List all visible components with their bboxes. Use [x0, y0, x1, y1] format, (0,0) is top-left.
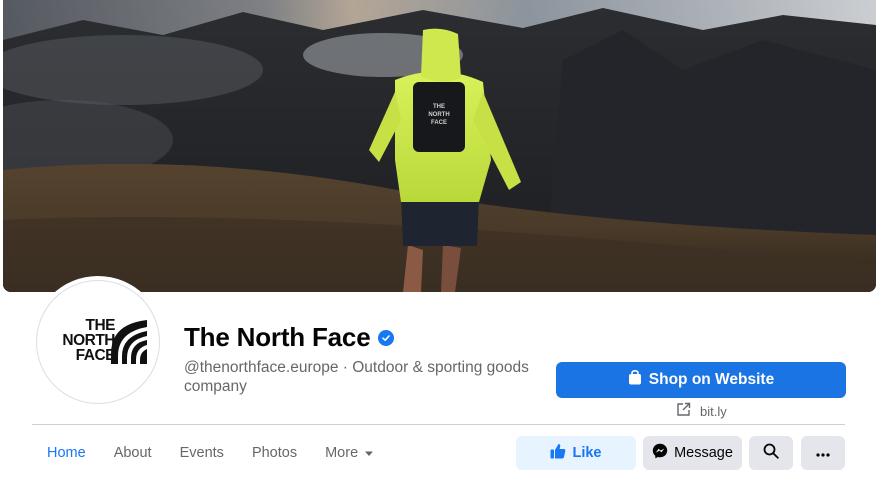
- website-link-text: bit.ly: [700, 403, 727, 419]
- page-title: The North Face: [184, 322, 395, 353]
- tab-home-label: Home: [47, 445, 86, 461]
- cover-photo[interactable]: THE NORTH FACE: [3, 0, 876, 292]
- page-name-text: The North Face: [184, 322, 371, 352]
- svg-text:NORTH: NORTH: [428, 112, 449, 118]
- shop-button-label: Shop on Website: [648, 371, 775, 388]
- more-options-button[interactable]: [801, 436, 845, 470]
- north-face-logo: THE NORTH FACE: [47, 318, 149, 366]
- half-dome-logo-icon: [111, 320, 147, 364]
- tab-events-label: Events: [179, 445, 224, 461]
- message-button-label: Message: [674, 445, 733, 461]
- external-link-icon: [676, 402, 691, 420]
- search-icon: [763, 443, 779, 463]
- tab-about[interactable]: About: [100, 436, 166, 470]
- tab-photos-label: Photos: [251, 445, 298, 461]
- logo-wordmark: THE NORTH FACE: [62, 317, 115, 364]
- page-tabs: Home About Events Photos More: [33, 436, 388, 470]
- tab-photos[interactable]: Photos: [238, 436, 311, 470]
- like-button[interactable]: Like: [516, 436, 636, 470]
- svg-text:THE: THE: [433, 104, 445, 110]
- message-button[interactable]: Message: [643, 436, 742, 470]
- cover-landscape: THE NORTH FACE: [3, 8, 876, 292]
- page-subtitle: @thenorthface.europe · Outdoor & sportin…: [184, 359, 529, 395]
- tab-about-label: About: [113, 445, 152, 461]
- verified-badge-icon: [378, 329, 395, 346]
- thumbs-up-icon: [550, 443, 566, 463]
- svg-text:FACE: FACE: [431, 120, 447, 126]
- tab-more-label: More: [325, 445, 359, 461]
- shopping-bag-icon: [628, 369, 642, 390]
- header-divider: [32, 424, 845, 425]
- caret-down-icon: [364, 445, 374, 461]
- shop-on-website-button[interactable]: Shop on Website: [556, 362, 846, 398]
- tab-events[interactable]: Events: [166, 436, 238, 470]
- search-button[interactable]: [749, 436, 793, 470]
- page-avatar[interactable]: THE NORTH FACE: [36, 280, 160, 404]
- ellipsis-icon: [816, 445, 830, 461]
- tab-more[interactable]: More: [311, 436, 388, 470]
- like-button-label: Like: [572, 445, 602, 461]
- website-link[interactable]: bit.ly: [676, 402, 727, 420]
- messenger-icon: [652, 443, 668, 463]
- tab-home[interactable]: Home: [33, 436, 100, 470]
